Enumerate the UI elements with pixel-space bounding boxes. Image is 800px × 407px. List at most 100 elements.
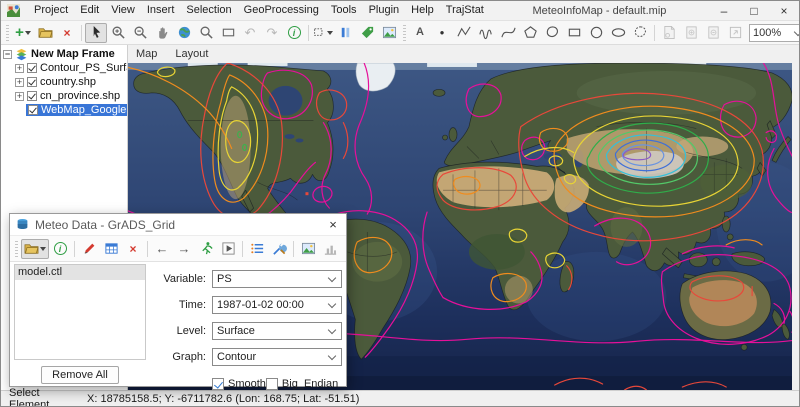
image-map-button[interactable] [378,23,400,43]
freeform-polygon-button[interactable] [541,23,563,43]
menu-view[interactable]: View [105,1,141,20]
close-button[interactable]: × [769,1,799,20]
report-button-disabled[interactable] [658,23,680,43]
open-project-button[interactable] [34,23,56,43]
remove-data-button[interactable]: × [122,239,144,259]
attribute-table-button[interactable] [334,23,356,43]
remove-all-button[interactable]: Remove All [41,366,119,384]
layer-label[interactable]: WebMap_GoogleSatel [41,104,128,116]
previous-time-button[interactable]: ← [151,239,173,259]
ellipse-draw-button[interactable] [607,23,629,43]
minimize-button[interactable]: – [709,1,739,20]
big-endian-checkbox[interactable] [266,378,278,390]
circle-draw-button[interactable] [585,23,607,43]
data-info-button[interactable]: i [49,239,71,259]
ellipse-icon [611,25,626,40]
full-extent-button[interactable] [173,23,195,43]
add-layer-button[interactable]: + [12,23,34,43]
polyline-draw-button[interactable] [453,23,475,43]
redo-zoom-button[interactable]: ↷ [261,23,283,43]
expand-icon[interactable]: + [15,64,24,73]
tree-layer-contour[interactable]: + Contour_PS_Surface_19 [15,61,127,75]
big-endian-option[interactable]: Big_Endian [266,378,338,390]
menu-help[interactable]: Help [405,1,440,20]
layer-checkbox[interactable] [27,77,37,87]
level-select[interactable]: Surface [212,322,342,340]
info-icon: i [288,26,301,39]
menu-geoprocessing[interactable]: GeoProcessing [238,1,325,20]
menu-trajstat[interactable]: TrajStat [440,1,490,20]
pan-tool-button[interactable] [151,23,173,43]
sections-list-button[interactable] [246,239,268,259]
tree-root-map-frame[interactable]: − New Map Frame [3,47,127,61]
layer-checkbox[interactable] [27,91,37,101]
zoom-to-layer-button[interactable] [195,23,217,43]
collapse-icon[interactable]: − [3,50,12,59]
data-file-list[interactable]: model.ctl [14,264,146,360]
graph-select[interactable]: Contour [212,348,342,366]
select-tool-button[interactable] [85,23,107,43]
curve-draw-button[interactable] [497,23,519,43]
layer-label[interactable]: country.shp [40,76,96,88]
file-list-item[interactable]: model.ctl [15,265,145,280]
smooth-option[interactable]: Smooth [212,378,266,390]
identify-button[interactable]: i [283,23,305,43]
expand-icon[interactable]: + [15,78,24,87]
map-image-button[interactable] [297,239,319,259]
selected-layer-row[interactable]: WebMap_GoogleSatel [26,104,128,116]
tree-layer-country[interactable]: + country.shp [15,75,127,89]
undo-zoom-button[interactable]: ↶ [239,23,261,43]
expand-icon[interactable]: + [15,92,24,101]
variable-select[interactable]: PS [212,270,342,288]
zoom-level-combobox[interactable]: 100% [749,24,800,42]
layer-label[interactable]: cn_province.shp [40,90,120,102]
doc-export-button-disabled[interactable] [724,23,746,43]
draw-data-button[interactable] [78,239,100,259]
open-data-button[interactable] [21,239,49,259]
time-select[interactable]: 1987-01-02 00:00 [212,296,342,314]
toolbar-grip [6,25,9,41]
menu-tools[interactable]: Tools [325,1,363,20]
smooth-checkbox[interactable] [212,378,224,390]
menu-selection[interactable]: Selection [180,1,237,20]
play-animation-button[interactable] [217,239,239,259]
point-draw-button[interactable]: ● [431,23,453,43]
menu-plugin[interactable]: Plugin [363,1,406,20]
settings-button[interactable] [268,239,290,259]
layer-label[interactable]: Contour_PS_Surface_19 [40,62,127,74]
zoom-in-tool-button[interactable] [107,23,129,43]
zoom-out-tool-button[interactable] [129,23,151,43]
doc-zoom-out-button-disabled[interactable] [702,23,724,43]
maximize-button[interactable]: □ [739,1,769,20]
dialog-close-button[interactable]: × [320,214,346,235]
extent-rectangle-button[interactable] [217,23,239,43]
text-draw-button[interactable]: A [409,23,431,43]
label-button[interactable] [356,23,378,43]
data-table-button[interactable] [100,239,122,259]
menu-edit[interactable]: Edit [74,1,105,20]
select-features-button[interactable] [312,23,334,43]
doc-zoom-in-button-disabled[interactable] [680,23,702,43]
next-time-button[interactable]: → [173,239,195,259]
rectangle-draw-button[interactable] [563,23,585,43]
animate-button[interactable] [195,239,217,259]
tree-layer-province[interactable]: + cn_province.shp [15,89,127,103]
remove-layers-button[interactable]: × [56,23,78,43]
rectangle-icon [567,25,582,40]
freehand-draw-button[interactable] [475,23,497,43]
tree-layer-webmap[interactable]: WebMap_GoogleSatel [26,103,127,117]
polygon-draw-button[interactable] [519,23,541,43]
lasso-draw-button[interactable] [629,23,651,43]
layer-checkbox[interactable] [27,63,37,73]
menu-bar: Project Edit View Insert Selection GeoPr… [28,1,490,20]
chart-view-button-disabled[interactable] [319,239,341,259]
dialog-title-bar[interactable]: Meteo Data - GrADS_Grid × [10,214,346,236]
menu-project[interactable]: Project [28,1,74,20]
add-icon: + [15,25,24,40]
menu-insert[interactable]: Insert [141,1,181,20]
folder-icon [24,241,39,256]
tab-layout[interactable]: Layout [175,48,208,60]
tab-map[interactable]: Map [136,48,157,60]
layer-checkbox[interactable] [28,105,38,115]
freehand-line-icon [479,25,494,40]
